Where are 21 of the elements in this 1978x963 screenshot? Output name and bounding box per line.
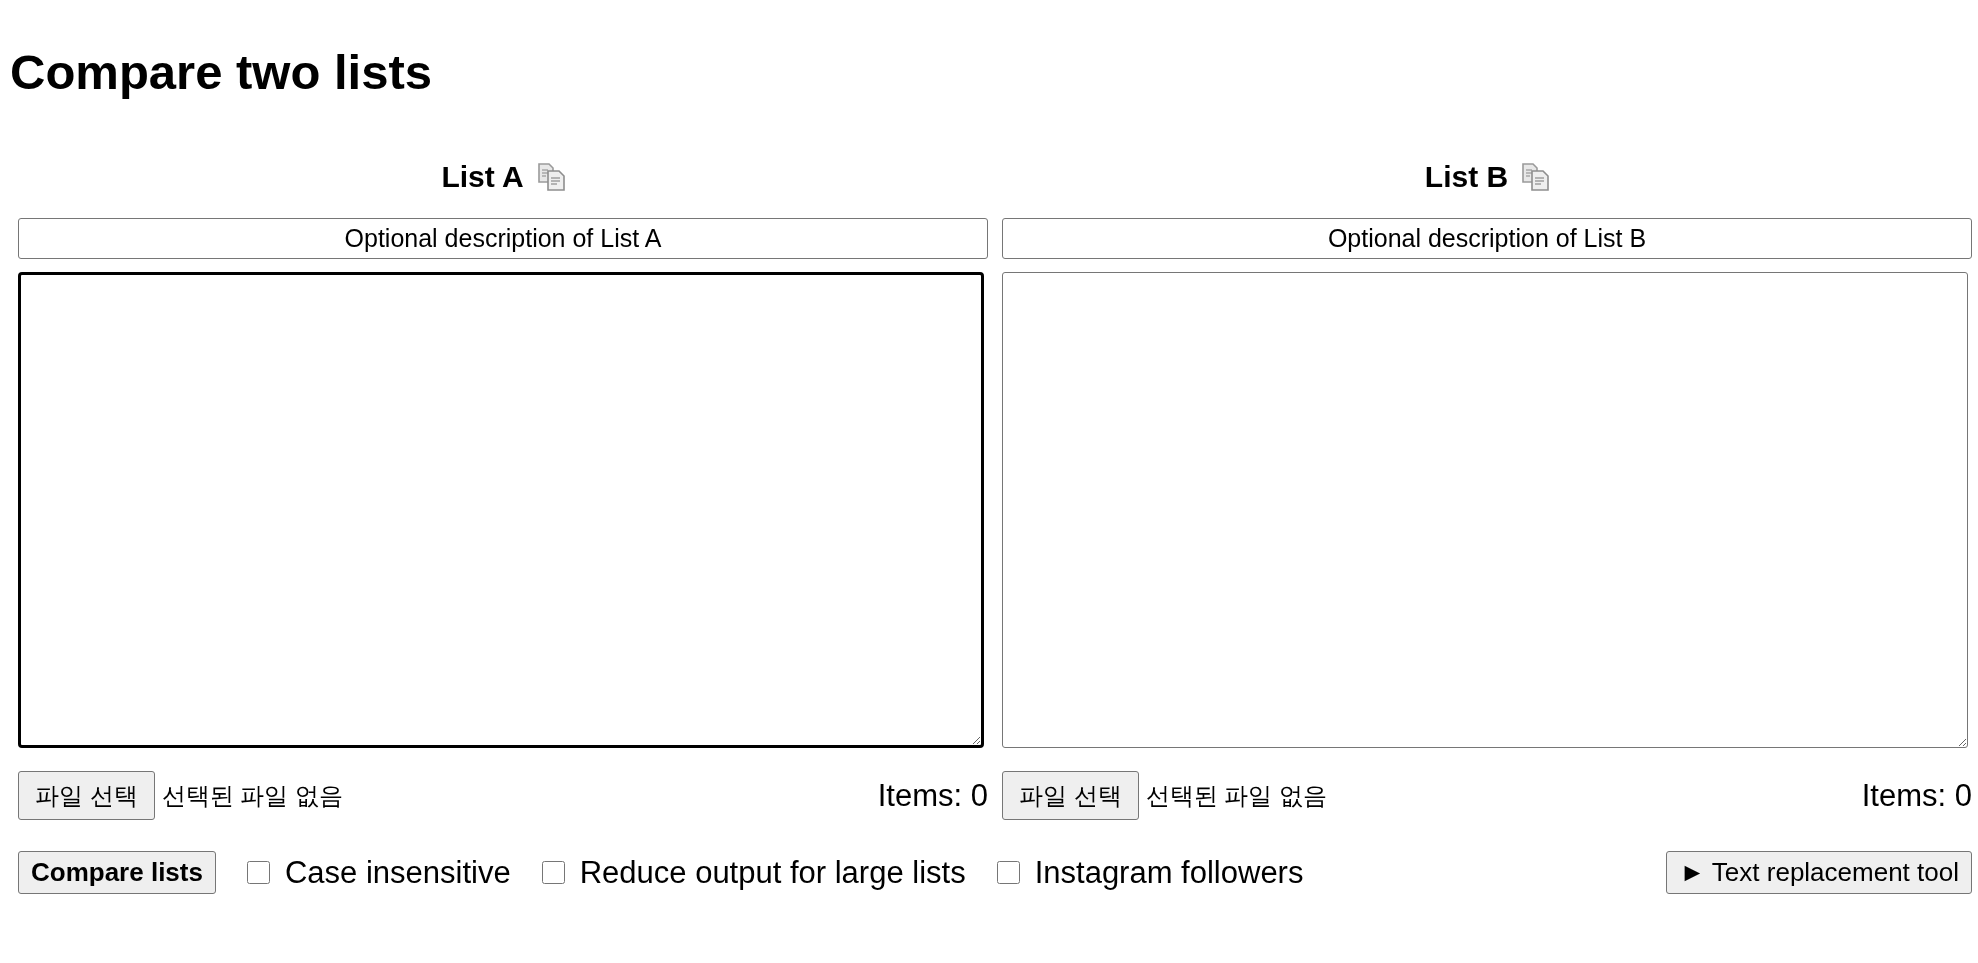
copy-icon[interactable] xyxy=(536,163,565,191)
copy-icon[interactable] xyxy=(1521,163,1550,191)
option-label: Reduce output for large lists xyxy=(579,854,966,891)
checkbox[interactable] xyxy=(541,861,565,884)
checkbox[interactable] xyxy=(246,861,270,884)
list-heading: List A xyxy=(441,159,524,195)
file-status: 선택된 파일 없음 xyxy=(161,780,343,811)
item-count: Items: 0 xyxy=(1861,777,1972,814)
text-replacement-tool-button[interactable]: ► Text replacement tool xyxy=(1666,851,1972,894)
description-field[interactable]: Optional description of List A xyxy=(18,218,988,259)
file-select-button[interactable]: 파일 선택 xyxy=(1002,771,1139,820)
description-field[interactable]: Optional description of List B xyxy=(1002,218,1972,259)
page-title: Compare two lists xyxy=(9,44,434,101)
list-heading: List B xyxy=(1424,159,1509,195)
item-count: Items: 0 xyxy=(877,777,988,814)
checkbox[interactable] xyxy=(996,861,1020,884)
compare-lists-button[interactable]: Compare lists xyxy=(18,851,216,894)
file-select-button[interactable]: 파일 선택 xyxy=(18,771,155,820)
option-label: Case insensitive xyxy=(284,854,511,891)
file-status: 선택된 파일 없음 xyxy=(1145,780,1327,811)
option-label: Instagram followers xyxy=(1034,854,1304,891)
